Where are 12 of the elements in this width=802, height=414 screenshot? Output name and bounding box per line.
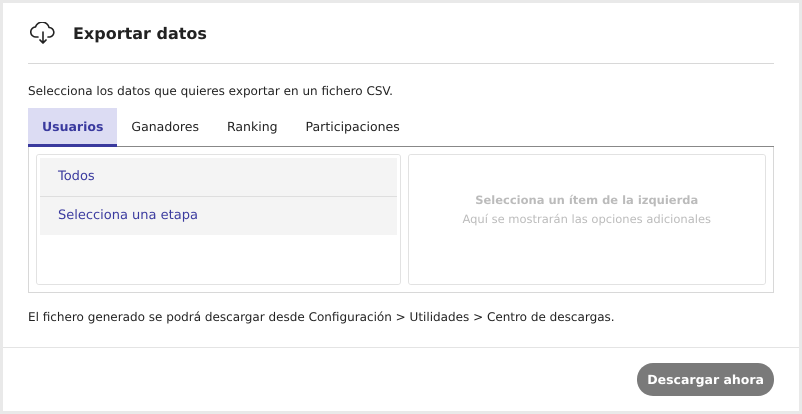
tab[interactable]: Ranking [212, 108, 292, 147]
cloud-download-icon [30, 22, 56, 44]
empty-state-title: Selecciona un ítem de la izquierda [475, 193, 698, 207]
dialog-title: Exportar datos [73, 24, 207, 42]
option-item[interactable]: Selecciona una etapa [40, 197, 396, 235]
tab[interactable]: Ganadores [117, 108, 213, 147]
note-text: El fichero generado se podrá descargar desde Configuración > Utilidades > Centro de descargas. [28, 310, 616, 326]
tab[interactable]: Usuarios [28, 108, 118, 147]
empty-state-text: Aquí se mostrarán las opciones adicionales [462, 212, 712, 226]
option-item[interactable]: Todos [40, 158, 396, 197]
tab[interactable]: Participaciones [292, 108, 414, 147]
description-text: Selecciona los datos que quieres exportar en un fichero CSV. [28, 84, 394, 98]
